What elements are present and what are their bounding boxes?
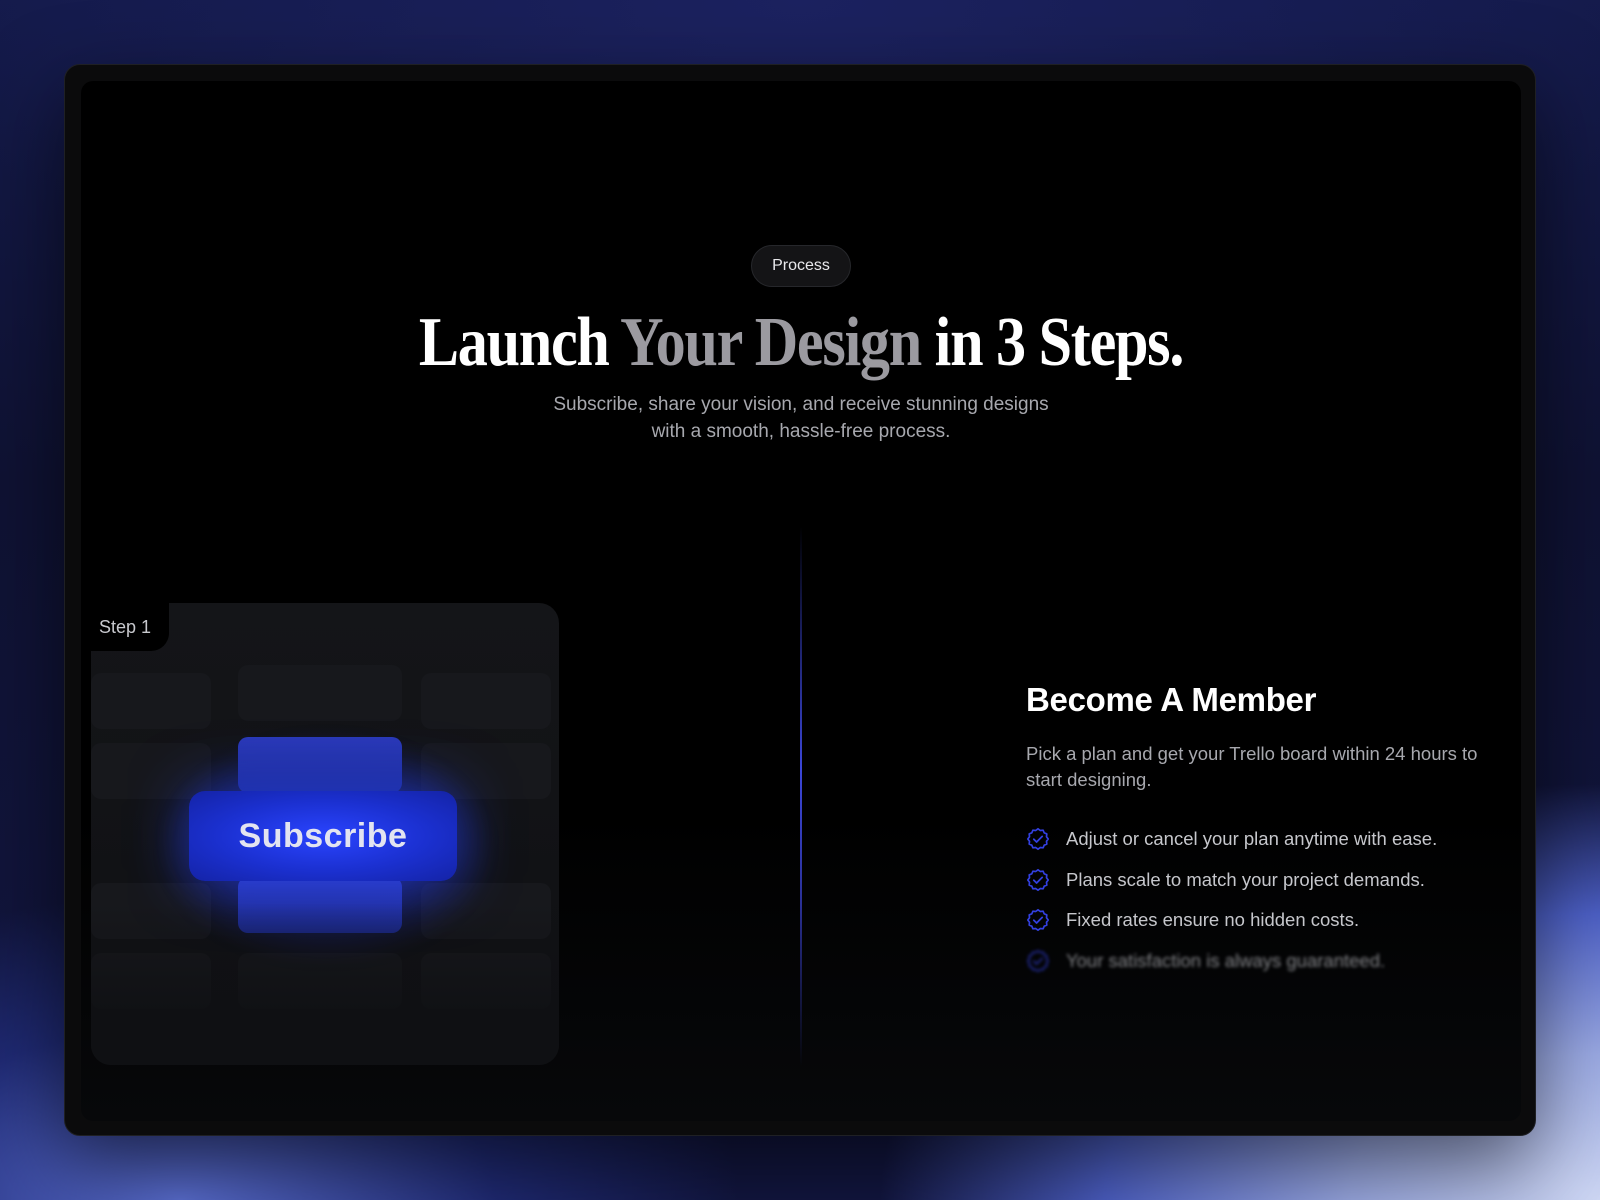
section-title: Launch Your Design in 3 Steps. — [182, 303, 1420, 383]
verified-check-icon — [1026, 828, 1050, 851]
member-description: Pick a plan and get your Trello board wi… — [1026, 743, 1478, 790]
feature-text: Your satisfaction is always guaranteed. — [1066, 949, 1386, 971]
subscribe-button[interactable]: Subscribe — [189, 791, 457, 881]
step-label: Step 1 — [91, 603, 169, 651]
verified-check-icon — [1026, 949, 1050, 972]
grid-tile-lit — [238, 737, 402, 793]
feature-text: Plans scale to match your project demand… — [1066, 868, 1425, 890]
process-section: Process Launch Your Design in 3 Steps. S… — [81, 81, 1521, 1121]
title-part-1: Launch — [418, 304, 621, 381]
card-fade-overlay — [91, 903, 559, 1065]
feature-item: Fixed rates ensure no hidden costs. — [1026, 900, 1437, 941]
process-badge: Process — [751, 245, 851, 287]
feature-item: Plans scale to match your project demand… — [1026, 860, 1437, 901]
grid-tile — [238, 665, 402, 721]
verified-check-icon — [1026, 868, 1050, 891]
feature-text: Adjust or cancel your plan anytime with … — [1066, 828, 1438, 850]
verified-check-icon — [1026, 909, 1050, 932]
step-card: Subscribe — [91, 603, 559, 1065]
section-subtitle: Subscribe, share your vision, and receiv… — [553, 394, 1049, 442]
title-part-2: in 3 Steps. — [920, 304, 1185, 381]
member-title: Become A Member — [1026, 681, 1317, 718]
browser-frame: Process Launch Your Design in 3 Steps. S… — [64, 64, 1536, 1136]
grid-tile — [91, 673, 211, 729]
grid-tile — [421, 673, 551, 729]
timeline-divider — [800, 526, 802, 1066]
feature-item: Your satisfaction is always guaranteed. — [1026, 941, 1437, 982]
feature-text: Fixed rates ensure no hidden costs. — [1066, 909, 1360, 931]
feature-item: Adjust or cancel your plan anytime with … — [1026, 819, 1437, 860]
title-accent: Your Design — [620, 304, 922, 381]
feature-list: Adjust or cancel your plan anytime with … — [1026, 819, 1437, 981]
